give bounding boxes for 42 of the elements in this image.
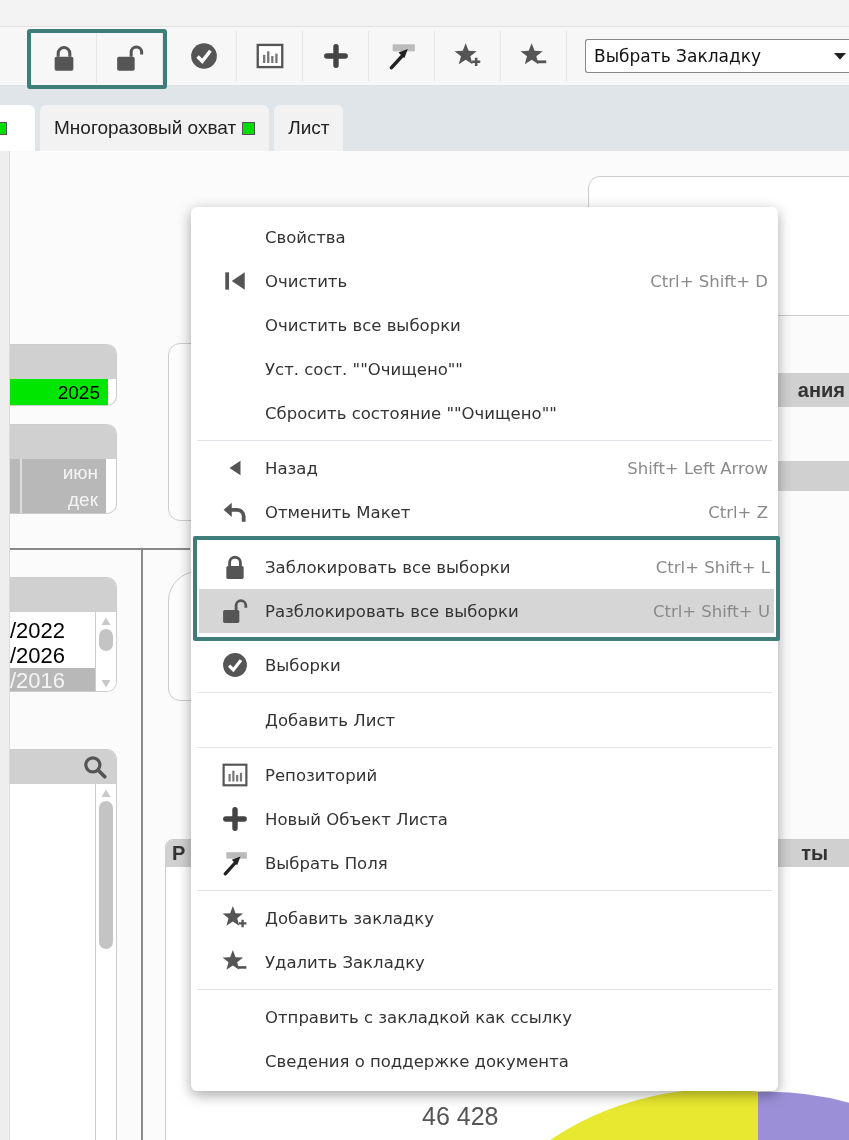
bar-chart-icon	[255, 42, 284, 70]
menu-item[interactable]: Назад Shift+ Left Arrow	[197, 446, 772, 490]
list-item[interactable]: 2025	[10, 379, 108, 405]
unlocked-lock-icon	[115, 44, 144, 72]
menu-item[interactable]: Очистить все выборки	[197, 303, 772, 347]
menu-item[interactable]: Очистить Ctrl+ Shift+ D	[197, 259, 772, 303]
field-pointer-icon	[387, 42, 416, 70]
plus-icon	[322, 43, 349, 69]
menu-item[interactable]: Уст. сост. ""Очищено""	[197, 347, 772, 391]
menu-item[interactable]: Выборки	[197, 643, 772, 687]
sheet-tab[interactable]: Лист	[274, 105, 344, 151]
menu-item[interactable]: Свойства	[197, 215, 772, 259]
bar-chart-icon	[222, 762, 248, 788]
menu-item[interactable]: Новый Объект Листа	[197, 797, 772, 841]
menu-item[interactable]: Репозиторий	[197, 753, 772, 797]
sheet-tab[interactable]: Многоразовый охват	[40, 105, 270, 151]
search-icon[interactable]	[82, 754, 108, 780]
list-column	[10, 459, 22, 513]
scrollbar[interactable]	[95, 784, 116, 1140]
menu-item[interactable]: Отправить с закладкой как ссылку	[197, 995, 772, 1039]
menu-item[interactable]: Выбрать Поля	[197, 841, 772, 885]
bookmark-dropdown[interactable]: Выбрать Закладку	[585, 39, 849, 73]
plus-icon	[222, 806, 248, 832]
menu-item[interactable]: Заблокировать все выборки Ctrl+ Shift+ L	[199, 545, 774, 589]
menu-item[interactable]: Разблокировать все выборки Ctrl+ Shift+ U	[199, 589, 774, 633]
value-label: 46 428	[422, 1102, 499, 1131]
menu-item[interactable]: Добавить Лист	[197, 698, 772, 742]
menu-item[interactable]: Добавить закладку	[197, 896, 772, 940]
field-pointer-icon	[222, 850, 248, 876]
check-circle-icon	[222, 652, 248, 678]
scrollbar[interactable]	[95, 612, 116, 691]
menu-item[interactable]: Сбросить состояние ""Очищено""	[197, 391, 772, 435]
menu-item[interactable]: Сведения о поддержке документа	[197, 1039, 772, 1083]
unlocked-lock-icon	[222, 598, 248, 624]
menu-item[interactable]: Удалить Закладку	[197, 940, 772, 984]
check-circle-icon	[189, 42, 218, 70]
panel-title: ания	[797, 378, 845, 402]
chart-title: ты	[801, 842, 828, 865]
scrollbar-thumb[interactable]	[99, 801, 113, 949]
chart-title: Р	[172, 842, 186, 865]
scrollbar-thumb[interactable]	[99, 629, 113, 651]
menu-item[interactable]: Отменить Макет Ctrl+ Z	[197, 490, 772, 534]
